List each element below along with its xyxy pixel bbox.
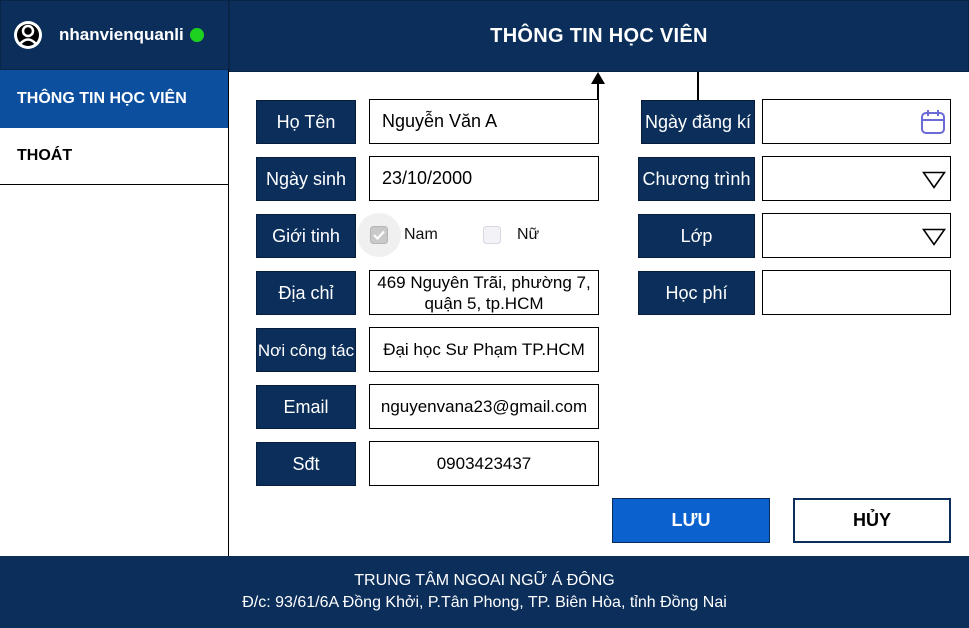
sidebar-item-label: THÔNG TIN HỌC VIÊN xyxy=(17,90,187,107)
sdt-label: Sđt xyxy=(256,442,356,486)
gender-nam-label: Nam xyxy=(404,226,438,243)
footer: TRUNG TÂM NGOAI NGỮ Á ĐÔNG Đ/c: 93/61/6A… xyxy=(0,556,969,628)
gender-nu-label: Nữ xyxy=(517,226,540,243)
email-field[interactable]: nguyenvana23@gmail.com xyxy=(369,384,599,429)
ngay-sinh-value: 23/10/2000 xyxy=(382,168,473,188)
ho-ten-label: Họ Tên xyxy=(256,100,356,144)
gender-nu-checkbox[interactable] xyxy=(483,226,501,244)
page-header: THÔNG TIN HỌC VIÊN xyxy=(229,0,969,72)
ho-ten-field[interactable]: Nguyễn Văn A xyxy=(369,99,599,144)
user-avatar-icon[interactable] xyxy=(13,20,43,50)
hoc-phi-field[interactable] xyxy=(762,270,951,315)
dropdown-triangle-icon[interactable] xyxy=(922,171,946,189)
sdt-field[interactable]: 0903423437 xyxy=(369,441,599,486)
sidebar-item-thoat[interactable]: THOÁT xyxy=(0,128,228,185)
noi-cong-tac-label: Nơi công tác xyxy=(256,328,356,372)
sdt-value: 0903423437 xyxy=(436,453,532,473)
footer-org-name: TRUNG TÂM NGOAI NGỮ Á ĐÔNG xyxy=(354,572,615,589)
ngay-sinh-field[interactable]: 23/10/2000 xyxy=(369,156,599,201)
ngay-sinh-label: Ngày sinh xyxy=(256,157,356,201)
footer-address: Đ/c: 93/61/6A Đồng Khởi, P.Tân Phong, TP… xyxy=(242,594,727,611)
online-status-dot xyxy=(189,28,204,42)
sidebar-item-label: THOÁT xyxy=(17,147,73,164)
calendar-icon[interactable] xyxy=(920,109,946,135)
dia-chi-field[interactable]: 469 Nguyên Trãi, phường 7, quận 5, tp.HC… xyxy=(369,270,599,315)
dia-chi-label: Địa chỉ xyxy=(256,271,356,315)
arrow-up-icon xyxy=(591,72,605,84)
ngay-dang-ki-label: Ngày đăng kí xyxy=(641,100,755,144)
sidebar-item-thong-tin-hoc-vien[interactable]: THÔNG TIN HỌC VIÊN xyxy=(0,70,228,128)
email-value: nguyenvana23@gmail.com xyxy=(380,396,588,416)
save-button[interactable]: LƯU xyxy=(612,498,770,543)
ngay-dang-ki-field[interactable] xyxy=(762,99,951,144)
noi-cong-tac-field[interactable]: Đại học Sư Phạm TP.HCM xyxy=(369,327,599,372)
email-label: Email xyxy=(256,385,356,429)
gioi-tinh-label: Giới tinh xyxy=(256,214,356,258)
lop-select[interactable] xyxy=(762,213,951,258)
chuong-trinh-select[interactable] xyxy=(762,156,951,201)
username: nhanvienquanli xyxy=(59,25,184,44)
sidebar: THÔNG TIN HỌC VIÊN THOÁT xyxy=(0,70,229,556)
dropdown-triangle-icon[interactable] xyxy=(922,228,946,246)
connector-line xyxy=(697,72,699,100)
noi-cong-tac-value: Đại học Sư Phạm TP.HCM xyxy=(383,339,585,359)
page-title: THÔNG TIN HỌC VIÊN xyxy=(490,24,708,47)
lop-label: Lớp xyxy=(638,214,755,258)
dia-chi-value: 469 Nguyên Trãi, phường 7, quận 5, tp.HC… xyxy=(377,272,591,313)
ho-ten-value: Nguyễn Văn A xyxy=(382,111,498,131)
user-bar: nhanvienquanli xyxy=(0,0,229,70)
chuong-trinh-label: Chương trình xyxy=(638,157,755,201)
gender-nam-checkbox[interactable] xyxy=(370,226,388,244)
cancel-button[interactable]: HỦY xyxy=(793,498,951,543)
hoc-phi-label: Học phí xyxy=(638,271,755,315)
